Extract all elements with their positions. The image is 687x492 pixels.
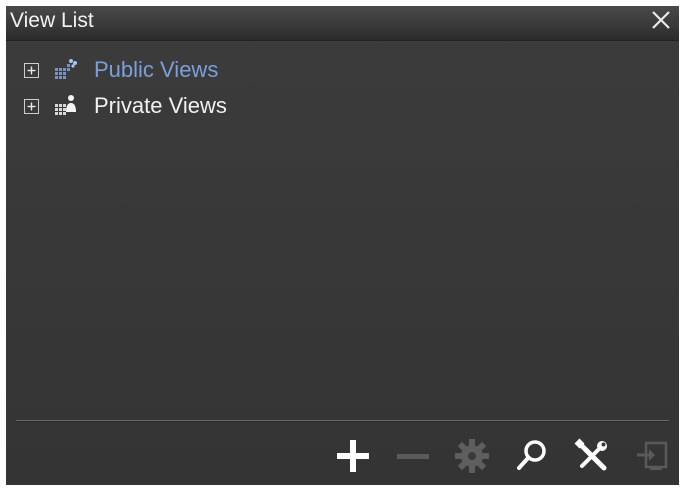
private-views-icon (55, 95, 76, 115)
tree-node-public-views[interactable]: Public Views (24, 52, 227, 88)
enter-screen-icon[interactable] (632, 436, 672, 476)
toolbar-divider (16, 420, 669, 422)
tree-node-private-views[interactable]: Private Views (24, 88, 227, 124)
public-views-icon (55, 59, 77, 79)
title-bar: View List (6, 6, 679, 41)
expand-icon[interactable] (24, 98, 39, 114)
remove-button[interactable] (393, 436, 433, 476)
panel-title: View List (10, 9, 94, 32)
close-icon[interactable] (649, 8, 673, 32)
tree-node-label[interactable]: Public Views (94, 57, 218, 83)
tree-node-label[interactable]: Private Views (94, 93, 227, 119)
view-list-panel: View List Public Views Private Views (6, 6, 679, 485)
magnifier-icon[interactable] (512, 436, 552, 476)
add-button[interactable] (333, 436, 373, 476)
gear-icon[interactable] (452, 436, 492, 476)
expand-icon[interactable] (24, 62, 39, 78)
view-tree: Public Views Private Views (24, 52, 227, 124)
tools-icon[interactable] (572, 436, 612, 476)
